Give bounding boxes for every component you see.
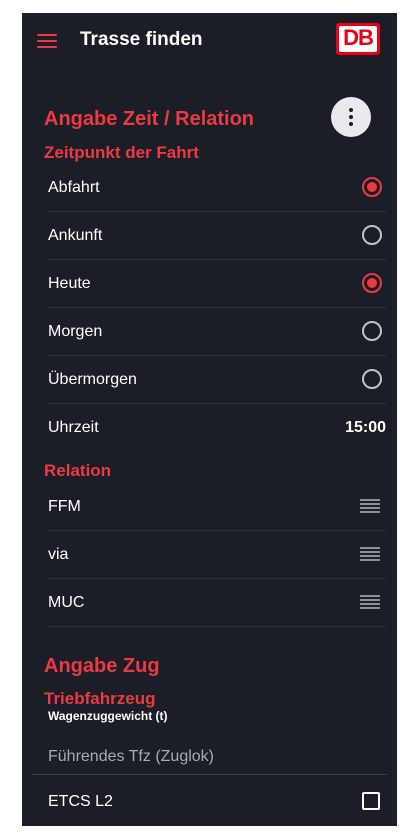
radio-label: Heute	[48, 275, 91, 292]
radio-row-abfahrt[interactable]: Abfahrt	[48, 163, 386, 212]
drag-handle-icon[interactable]	[360, 499, 380, 513]
menu-icon[interactable]	[37, 34, 57, 48]
train-weight-label: Wagenzuggewicht (t)	[48, 709, 168, 723]
radio-button-abfahrt[interactable]	[362, 177, 382, 197]
radio-button-morgen[interactable]	[362, 321, 382, 341]
relation-row-via[interactable]: via	[48, 530, 386, 579]
radio-row-ankunft[interactable]: Ankunft	[48, 211, 386, 260]
relation-label: FFM	[48, 498, 81, 515]
input-underline	[32, 774, 387, 775]
drag-handle-icon[interactable]	[360, 547, 380, 561]
more-vert-icon	[349, 108, 353, 112]
db-logo-text: DB	[343, 25, 374, 50]
section-title-train: Angabe Zug	[44, 655, 160, 677]
radio-label: Übermorgen	[48, 371, 137, 388]
relation-row-to[interactable]: MUC	[48, 578, 386, 627]
radio-row-uebermorgen[interactable]: Übermorgen	[48, 355, 386, 404]
time-value[interactable]: 15:00	[345, 419, 386, 437]
radio-label: Abfahrt	[48, 179, 100, 196]
radio-label: Ankunft	[48, 227, 103, 244]
page-title: Trasse finden	[80, 29, 203, 50]
section-title-time-relation: Angabe Zeit / Relation	[44, 108, 255, 130]
radio-row-heute[interactable]: Heute	[48, 259, 386, 308]
relation-label: MUC	[48, 594, 85, 611]
etcs-label: ETCS L2	[48, 793, 113, 810]
radio-button-uebermorgen[interactable]	[362, 369, 382, 389]
time-row[interactable]: Uhrzeit 15:00	[48, 403, 386, 451]
subtitle-relation: Relation	[44, 461, 112, 480]
time-label: Uhrzeit	[48, 419, 99, 436]
lead-vehicle-input[interactable]	[48, 742, 386, 772]
radio-button-heute[interactable]	[362, 273, 382, 293]
radio-row-morgen[interactable]: Morgen	[48, 307, 386, 356]
lead-vehicle-field[interactable]	[48, 742, 386, 772]
subtitle-traction-unit: Triebfahrzeug	[44, 689, 156, 708]
relation-row-from[interactable]: FFM	[48, 482, 386, 531]
app-bar: Trasse finden DB	[22, 13, 397, 69]
subtitle-time-of-trip: Zeitpunkt der Fahrt	[44, 143, 199, 162]
radio-label: Morgen	[48, 323, 103, 340]
radio-button-ankunft[interactable]	[362, 225, 382, 245]
more-options-button[interactable]	[331, 97, 371, 137]
etcs-row[interactable]: ETCS L2	[48, 777, 386, 825]
db-logo: DB	[336, 23, 380, 55]
drag-handle-icon[interactable]	[360, 595, 380, 609]
etcs-checkbox[interactable]	[362, 792, 380, 810]
app-screen: Trasse finden DB Angabe Zeit / Relation …	[22, 13, 397, 826]
relation-label: via	[48, 546, 69, 563]
